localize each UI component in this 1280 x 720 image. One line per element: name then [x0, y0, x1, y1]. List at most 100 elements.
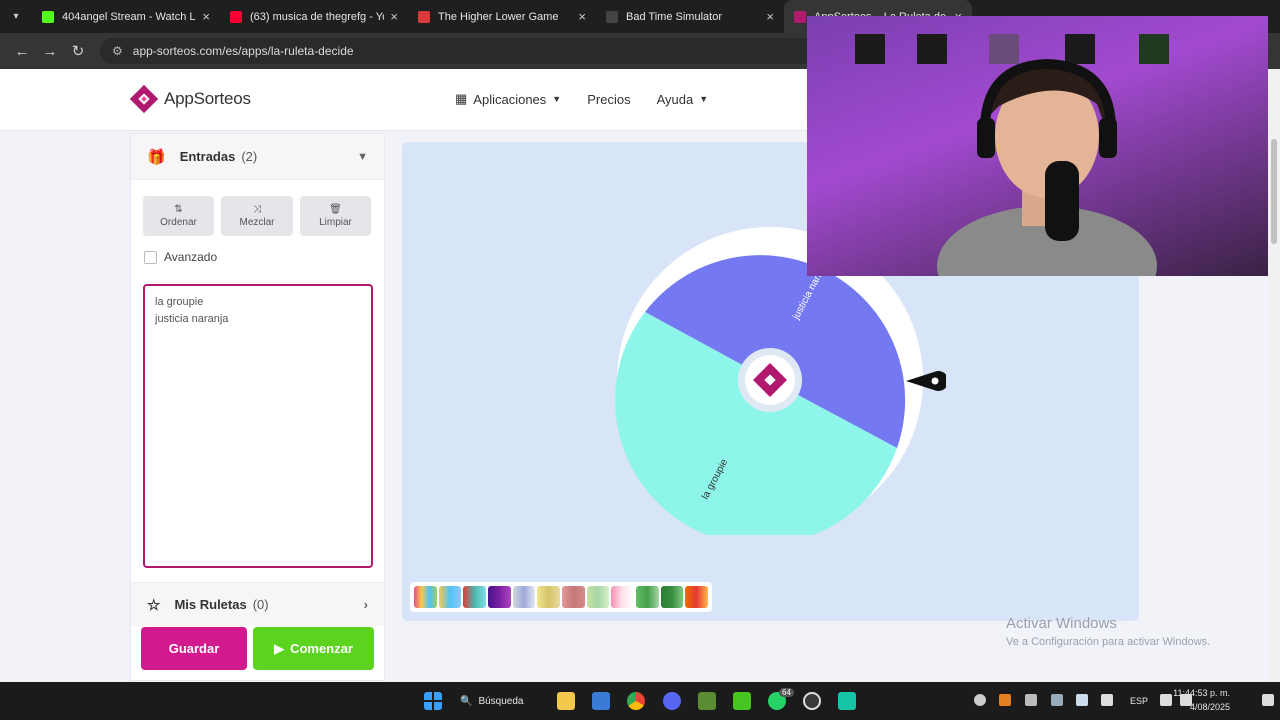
chevron-down-icon: ▼	[357, 150, 368, 163]
nav-pricing[interactable]: Precios	[587, 91, 630, 107]
close-tab-icon[interactable]: ×	[766, 9, 774, 24]
search-icon: 🔍	[460, 695, 473, 707]
language-indicator[interactable]: ESP	[1130, 696, 1148, 706]
entries-section-header[interactable]: 🎁 Entradas (2) ▼	[131, 134, 384, 180]
star-icon: ☆	[147, 596, 161, 614]
shuffle-button[interactable]: ⤨ Mezclar	[221, 196, 293, 236]
palette-swatch[interactable]	[414, 586, 437, 608]
tray-icon[interactable]	[1076, 694, 1088, 706]
entries-textarea[interactable]: la groupie justicia naranja	[143, 284, 373, 568]
entry-line: la groupie	[155, 296, 204, 308]
minecraft-icon[interactable]	[698, 692, 716, 710]
reload-icon[interactable]: ↻	[64, 42, 92, 60]
my-wheels-title: Mis Ruletas	[174, 597, 247, 612]
palette-swatch[interactable]	[488, 586, 511, 608]
palette-swatch[interactable]	[463, 586, 487, 608]
scrollbar-thumb[interactable]	[1271, 139, 1277, 244]
advanced-checkbox[interactable]	[144, 250, 157, 264]
save-button[interactable]: Guardar	[141, 627, 247, 670]
palette-swatch[interactable]	[660, 586, 684, 608]
palette-swatch[interactable]	[438, 586, 462, 608]
palette-swatch[interactable]	[562, 586, 585, 608]
tray-icon[interactable]	[999, 694, 1011, 706]
taskbar-search[interactable]: 🔍 Búsqueda	[460, 690, 524, 712]
start-label: Comenzar	[290, 641, 353, 656]
save-label: Guardar	[168, 641, 220, 656]
streamer-figure	[937, 58, 1157, 276]
nav-help[interactable]: Ayuda ▼	[657, 91, 709, 107]
close-tab-icon[interactable]: ×	[202, 9, 210, 24]
shuffle-label: Mezclar	[239, 217, 275, 228]
my-wheels-count: (0)	[252, 597, 269, 612]
entries-title: Entradas	[179, 149, 236, 164]
windows-start-icon[interactable]	[424, 692, 442, 710]
steam-icon[interactable]	[1051, 694, 1063, 706]
gift-icon: 🎁	[147, 148, 166, 166]
clock[interactable]: 11:44:53 p. m. 4/08/2025	[1173, 686, 1230, 714]
my-wheels-section[interactable]: ☆ Mis Ruletas (0) ›	[131, 582, 384, 626]
palette-swatch[interactable]	[685, 586, 709, 608]
browser-tab-higher-lower[interactable]: The Higher Lower Game ×	[408, 0, 596, 33]
file-explorer-icon[interactable]	[557, 692, 575, 710]
palette-swatch[interactable]	[636, 586, 659, 608]
network-icon[interactable]	[1160, 694, 1172, 706]
sort-label: Ordenar	[160, 217, 197, 228]
main-nav: ▦ Aplicaciones ▼ Precios Ayuda ▼	[455, 91, 708, 107]
windows-activation-watermark: Activar Windows Ve a Configuración para …	[1006, 615, 1210, 648]
browser-tab-bad-time[interactable]: Bad Time Simulator ×	[596, 0, 784, 33]
chevron-right-icon: ›	[363, 597, 368, 612]
tab-search-icon[interactable]: ▾	[0, 0, 32, 33]
discord-icon[interactable]	[663, 692, 681, 710]
tray-icon[interactable]	[974, 694, 986, 706]
browser-tab-kick[interactable]: 404angel Stream - Watch Live o ×	[32, 0, 220, 33]
wall-decor	[855, 34, 885, 64]
page-scrollbar[interactable]	[1268, 69, 1280, 682]
whatsapp-badge: 64	[779, 688, 794, 697]
clock-time: 11:44:53 p. m.	[1173, 688, 1230, 698]
nav-applications-label: Aplicaciones	[473, 91, 547, 107]
wheel-pointer-icon	[906, 371, 946, 391]
advanced-option[interactable]: Avanzado	[131, 236, 384, 278]
palette-swatch[interactable]	[611, 586, 635, 608]
tab-title: Bad Time Simulator	[626, 10, 722, 23]
url-field[interactable]: ⚙ app-sorteos.com/es/apps/la-ruleta-deci…	[100, 38, 820, 64]
close-tab-icon[interactable]: ×	[390, 9, 398, 24]
entries-count: (2)	[241, 149, 258, 164]
appsorteos-favicon-icon	[794, 10, 806, 23]
chrome-icon[interactable]	[627, 692, 645, 710]
forward-arrow-icon[interactable]: →	[36, 43, 64, 60]
clear-button[interactable]: 🗑 Limpiar	[300, 196, 371, 236]
microphone-icon[interactable]	[1101, 694, 1113, 706]
taskbar-search-label: Búsqueda	[478, 695, 524, 707]
kick-favicon-icon	[42, 10, 54, 23]
nav-applications[interactable]: ▦ Aplicaciones ▼	[455, 91, 561, 107]
chevron-down-icon: ▼	[699, 94, 709, 104]
back-arrow-icon[interactable]: ←	[8, 43, 36, 60]
sort-button[interactable]: ⇅ Ordenar	[143, 196, 214, 236]
tab-title: (63) musica de thegrefg - YouT	[250, 10, 384, 23]
palette-swatch[interactable]	[586, 586, 610, 608]
chevron-down-icon: ▼	[552, 94, 562, 104]
browser-tab-youtube[interactable]: (63) musica de thegrefg - YouT ×	[220, 0, 408, 33]
trash-icon: 🗑	[329, 204, 342, 215]
palette-swatch[interactable]	[512, 586, 536, 608]
site-logo[interactable]: AppSorteos	[130, 85, 251, 113]
site-settings-icon[interactable]: ⚙	[112, 44, 123, 58]
play-icon: ▶	[274, 640, 285, 656]
clock-date: 4/08/2025	[1189, 702, 1230, 712]
shuffle-icon: ⤨	[253, 204, 261, 215]
app-icon[interactable]	[838, 692, 856, 710]
obs-icon[interactable]	[803, 692, 821, 710]
xbox-icon[interactable]	[733, 692, 751, 710]
youtube-favicon-icon	[230, 10, 242, 23]
appsorteos-logo-icon	[130, 85, 158, 113]
close-tab-icon[interactable]: ×	[578, 9, 586, 24]
entries-panel: 🎁 Entradas (2) ▼ ⇅ Ordenar ⤨ Mezclar 🗑 L…	[130, 133, 385, 681]
notification-icon[interactable]	[1262, 694, 1274, 706]
store-icon[interactable]	[592, 692, 610, 710]
nav-pricing-label: Precios	[587, 91, 631, 107]
start-button[interactable]: ▶ Comenzar	[253, 627, 374, 670]
url-text: app-sorteos.com/es/apps/la-ruleta-decide	[132, 44, 354, 58]
bluetooth-icon[interactable]	[1025, 694, 1037, 706]
palette-swatch[interactable]	[537, 586, 561, 608]
